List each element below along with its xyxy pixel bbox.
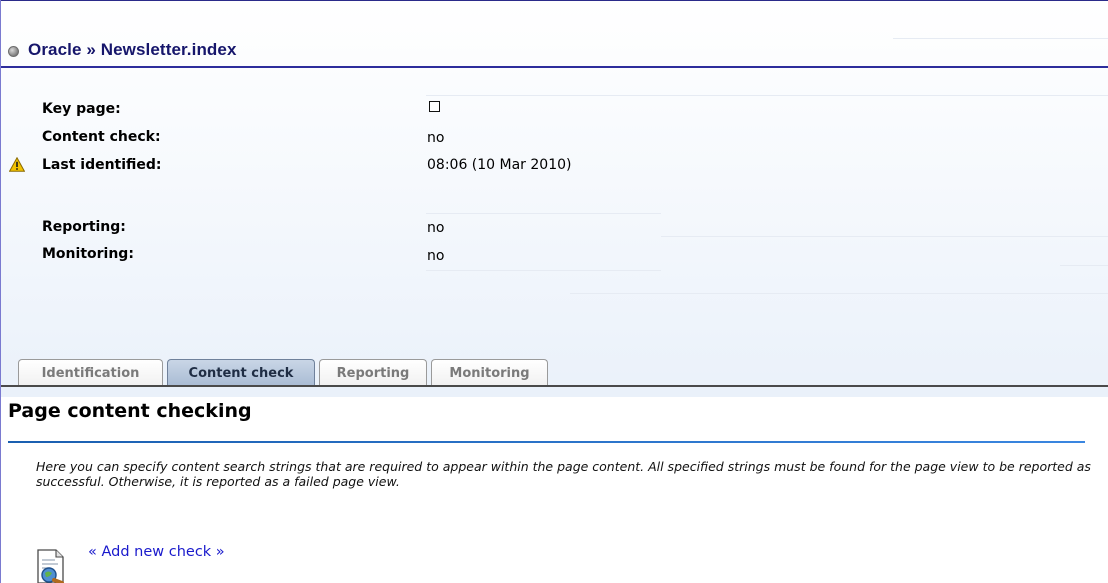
bg-line	[1060, 265, 1108, 266]
header-panel	[1, 1, 1108, 397]
content-check-label: Content check:	[42, 129, 161, 145]
bg-line	[661, 236, 1108, 237]
bg-line	[570, 293, 1108, 294]
bg-line	[426, 95, 1108, 96]
breadcrumb: Oracle » Newsletter.index	[28, 40, 237, 60]
breadcrumb-root[interactable]: Oracle	[28, 40, 82, 59]
monitoring-label: Monitoring:	[42, 246, 134, 262]
breadcrumb-page: Newsletter.index	[100, 40, 237, 59]
content-check-value: no	[427, 130, 445, 146]
reporting-label: Reporting:	[42, 219, 126, 235]
tab-monitoring[interactable]: Monitoring	[431, 359, 548, 386]
key-page-checkbox[interactable]	[429, 101, 440, 112]
monitoring-value: no	[427, 248, 445, 264]
reporting-value: no	[427, 220, 445, 236]
tab-reporting[interactable]: Reporting	[319, 359, 427, 386]
last-identified-value: 08:06 (10 Mar 2010)	[427, 157, 572, 173]
section-underline	[8, 441, 1085, 443]
last-identified-label: Last identified:	[42, 157, 162, 173]
document-search-icon	[37, 549, 64, 583]
warning-icon	[9, 157, 25, 172]
key-page-label: Key page:	[42, 101, 121, 117]
bg-line	[893, 38, 1108, 39]
tab-content-check[interactable]: Content check	[167, 359, 315, 386]
bg-line	[426, 213, 661, 214]
tab-identification[interactable]: Identification	[18, 359, 163, 386]
window-left-border	[0, 0, 1, 583]
breadcrumb-separator: »	[86, 40, 96, 59]
section-title: Page content checking	[8, 400, 252, 422]
section-description: Here you can specify content search stri…	[36, 459, 1091, 489]
add-new-check-link[interactable]: « Add new check »	[88, 544, 225, 560]
bullet-icon	[8, 46, 19, 57]
title-underline	[1, 66, 1108, 68]
bg-line	[426, 270, 661, 271]
tab-bar-underline	[1, 385, 1108, 387]
